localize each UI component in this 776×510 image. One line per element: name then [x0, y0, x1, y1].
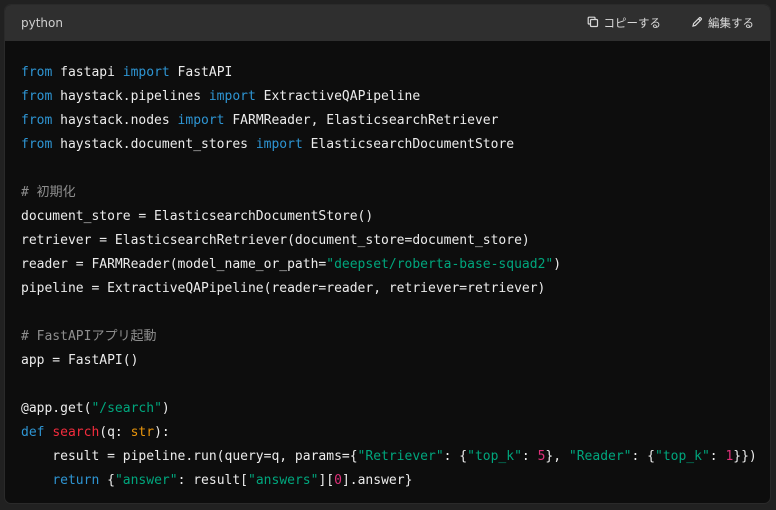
code-token: document_store = ElasticsearchDocumentSt… — [21, 209, 374, 224]
code-line: from haystack.nodes import FARMReader, E… — [21, 109, 754, 133]
code-token: reader = FARMReader(model_name_or_path= — [21, 257, 327, 272]
code-token: ].answer} — [341, 473, 413, 488]
code-header: python コピーする 編集する — [5, 5, 770, 41]
code-token: retriever = ElasticsearchRetriever(docum… — [21, 233, 530, 248]
code-token: FARMReader, ElasticsearchRetriever — [224, 113, 499, 128]
code-line: # 初期化 — [21, 181, 754, 205]
code-token: app = FastAPI() — [21, 353, 139, 368]
code-token: import — [122, 65, 170, 80]
code-line: # FastAPIアプリ起動 — [21, 325, 754, 349]
code-token: }}) — [733, 449, 757, 464]
code-token: "Retriever" — [357, 449, 444, 464]
code-token: # FastAPIアプリ起動 — [21, 329, 157, 344]
code-block: python コピーする 編集する from fastapi import Fa… — [4, 4, 771, 504]
code-token: : result[ — [177, 473, 249, 488]
code-token: : { — [443, 449, 468, 464]
code-line: reader = FARMReader(model_name_or_path="… — [21, 253, 754, 277]
code-token: fastapi — [52, 65, 123, 80]
code-token: "deepset/roberta-base-squad2" — [326, 257, 554, 272]
code-token: @app.get( — [21, 401, 92, 416]
code-token: (q: — [99, 425, 131, 440]
code-token: : — [709, 449, 726, 464]
code-token: ExtractiveQAPipeline — [255, 89, 421, 104]
edit-button[interactable]: 編集する — [691, 15, 754, 31]
pencil-icon — [691, 16, 703, 31]
code-token: ): — [154, 425, 170, 440]
code-line: @app.get("/search") — [21, 397, 754, 421]
code-line: app = FastAPI() — [21, 349, 754, 373]
code-actions: コピーする 編集する — [587, 15, 754, 31]
code-token: import — [255, 137, 303, 152]
code-token: haystack.nodes — [52, 113, 178, 128]
language-label: python — [21, 16, 63, 30]
code-token: str — [130, 425, 155, 440]
code-token: import — [208, 89, 256, 104]
code-line: from fastapi import FastAPI — [21, 61, 754, 85]
code-token: 0 — [334, 473, 342, 488]
code-line: from haystack.document_stores import Ela… — [21, 133, 754, 157]
code-token: from — [21, 65, 53, 80]
code-token: { — [99, 473, 115, 488]
code-line: retriever = ElasticsearchRetriever(docum… — [21, 229, 754, 253]
copy-label: コピーする — [603, 16, 662, 30]
code-line: return {"answer": result["answers"][0].a… — [21, 469, 754, 493]
code-content[interactable]: from fastapi import FastAPI from haystack… — [5, 41, 770, 493]
code-line: pipeline = ExtractiveQAPipeline(reader=r… — [21, 277, 754, 301]
code-token: from — [21, 137, 53, 152]
code-token: ) — [161, 401, 170, 416]
code-token: "top_k" — [467, 449, 522, 464]
code-line: def search(q: str): — [21, 421, 754, 445]
code-token: FastAPI — [169, 65, 233, 80]
code-token: "answer" — [114, 473, 178, 488]
code-line: document_store = ElasticsearchDocumentSt… — [21, 205, 754, 229]
code-token: search — [52, 425, 100, 440]
code-token: "top_k" — [655, 449, 710, 464]
code-token: return — [52, 473, 100, 488]
copy-icon — [587, 16, 599, 31]
copy-button[interactable]: コピーする — [587, 15, 662, 31]
code-token: : { — [631, 449, 655, 464]
code-token: "Reader" — [568, 449, 632, 464]
code-token: }, — [545, 449, 569, 464]
code-token: : — [521, 449, 538, 464]
code-token: haystack.document_stores — [52, 137, 256, 152]
code-token: ][ — [318, 473, 335, 488]
code-token: pipeline = ExtractiveQAPipeline(reader=r… — [21, 281, 546, 296]
code-token: # 初期化 — [21, 185, 76, 200]
edit-label: 編集する — [708, 16, 754, 30]
code-token: ElasticsearchDocumentStore — [302, 137, 515, 152]
code-token: result = pipeline.run(query=q, params={ — [21, 449, 358, 464]
code-token: from — [21, 113, 53, 128]
code-token: ) — [553, 257, 562, 272]
code-token: import — [177, 113, 225, 128]
code-token: "/search" — [91, 401, 162, 416]
code-line: result = pipeline.run(query=q, params={"… — [21, 445, 757, 469]
code-token: "answers" — [248, 473, 319, 488]
code-line: from haystack.pipelines import Extractiv… — [21, 85, 754, 109]
code-token: def — [21, 425, 45, 440]
code-token: from — [21, 89, 53, 104]
code-token: haystack.pipelines — [52, 89, 209, 104]
